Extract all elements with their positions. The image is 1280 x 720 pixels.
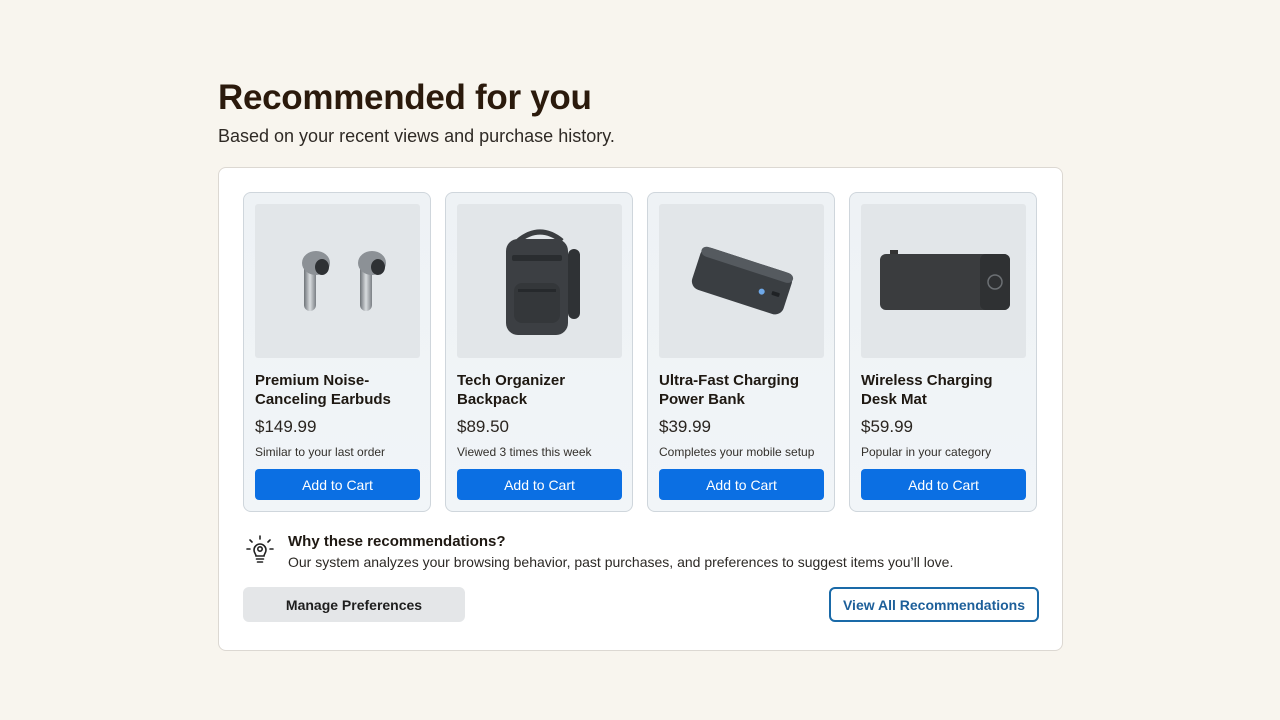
product-reason: Completes your mobile setup bbox=[659, 445, 815, 459]
why-title: Why these recommendations? bbox=[288, 533, 506, 550]
manage-preferences-button[interactable]: Manage Preferences bbox=[243, 587, 465, 622]
earbuds-image[interactable] bbox=[255, 204, 420, 358]
product-reason: Popular in your category bbox=[861, 445, 992, 459]
why-section: Why these recommendations? Our system an… bbox=[245, 533, 953, 570]
product-title[interactable]: Tech Organizer Backpack bbox=[457, 371, 621, 409]
product-title[interactable]: Ultra-Fast Charging Power Bank bbox=[659, 371, 823, 409]
why-description: Our system analyzes your browsing behavi… bbox=[288, 554, 954, 570]
product-price: $89.50 bbox=[457, 417, 509, 436]
page-subtitle: Based on your recent views and purchase … bbox=[218, 126, 615, 146]
backpack-image[interactable] bbox=[457, 204, 622, 358]
page-title: Recommended for you bbox=[218, 78, 592, 117]
view-all-recommendations-button[interactable]: View All Recommendations bbox=[829, 587, 1039, 622]
product-title[interactable]: Premium Noise-Canceling Earbuds bbox=[255, 371, 419, 409]
add-to-cart-button[interactable]: Add to Cart bbox=[861, 469, 1026, 500]
product-card[interactable]: Ultra-Fast Charging Power Bank $39.99 Co… bbox=[647, 192, 835, 512]
add-to-cart-button[interactable]: Add to Cart bbox=[255, 469, 420, 500]
add-to-cart-button[interactable]: Add to Cart bbox=[457, 469, 622, 500]
add-to-cart-button[interactable]: Add to Cart bbox=[659, 469, 824, 500]
product-price: $39.99 bbox=[659, 417, 711, 436]
product-price: $149.99 bbox=[255, 417, 317, 436]
product-price: $59.99 bbox=[861, 417, 913, 436]
product-reason: Similar to your last order bbox=[255, 445, 386, 459]
lightbulb-icon bbox=[245, 533, 275, 567]
product-card[interactable]: Premium Noise-Canceling Earbuds $149.99 … bbox=[243, 192, 431, 512]
product-list: Premium Noise-Canceling Earbuds $149.99 … bbox=[243, 192, 1037, 512]
power-bank-image[interactable] bbox=[659, 204, 824, 358]
product-reason: Viewed 3 times this week bbox=[457, 445, 592, 459]
desk-mat-image[interactable] bbox=[861, 204, 1026, 358]
product-title[interactable]: Wireless Charging Desk Mat bbox=[861, 371, 1025, 409]
product-card[interactable]: Wireless Charging Desk Mat $59.99 Popula… bbox=[849, 192, 1037, 512]
recommendations-panel: Premium Noise-Canceling Earbuds $149.99 … bbox=[218, 167, 1063, 651]
product-card[interactable]: Tech Organizer Backpack $89.50 Viewed 3 … bbox=[445, 192, 633, 512]
